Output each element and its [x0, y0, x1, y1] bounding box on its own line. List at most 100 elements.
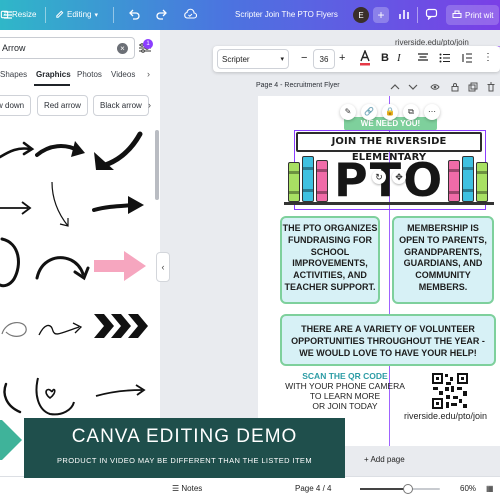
grid-view-icon[interactable]: ▦	[486, 484, 494, 493]
arrow-graphic[interactable]	[92, 130, 147, 175]
content-tabs: Shapes Graphics Photos Videos ›	[0, 68, 160, 86]
tab-shapes[interactable]: Shapes	[0, 70, 27, 79]
pto-title[interactable]: PTO	[334, 154, 444, 206]
text-toolbar: Scripter ▾ − 36 + B I ⋮	[213, 46, 500, 72]
filter-count-badge: 1	[143, 39, 153, 49]
arrow-graphic[interactable]	[46, 180, 76, 232]
arrow-graphic[interactable]	[92, 190, 147, 225]
italic-button[interactable]: I	[397, 52, 401, 64]
tab-videos[interactable]: Videos	[111, 70, 135, 79]
undo-icon[interactable]	[128, 8, 140, 20]
decrease-font-button[interactable]: −	[301, 52, 307, 64]
copy-icon[interactable]	[468, 82, 478, 92]
arrow-graphic[interactable]	[0, 378, 28, 418]
chevron-right-icon[interactable]: ›	[148, 100, 151, 110]
book-illustration	[316, 160, 328, 202]
move-handle-icon[interactable]: ✥	[392, 170, 406, 184]
lock-icon[interactable]	[450, 82, 460, 92]
notes-icon: ☰	[172, 484, 180, 493]
info-box-fundraising[interactable]: THE PTO ORGANIZES FUNDRAISING FOR SCHOOL…	[280, 216, 380, 304]
arrow-graphic[interactable]	[0, 135, 40, 170]
spacing-icon[interactable]	[461, 53, 473, 63]
document-title[interactable]: Scripter Join The PTO Flyers	[235, 10, 338, 19]
add-collaborator-button[interactable]: +	[373, 7, 389, 23]
book-illustration	[476, 162, 488, 202]
font-size-input[interactable]: 36	[313, 49, 335, 69]
zoom-slider-handle[interactable]	[403, 484, 413, 494]
avatar[interactable]: E	[353, 7, 369, 23]
top-toolbar: Resize Editing ▾ Scripter Join The PTO F…	[0, 0, 500, 30]
arrow-graphic[interactable]	[92, 380, 150, 406]
active-tab-indicator	[34, 84, 70, 86]
arrow-graphic[interactable]	[32, 370, 77, 420]
redo-icon[interactable]	[156, 8, 168, 20]
copy-icon[interactable]: ⧉	[403, 104, 419, 120]
arrow-graphic[interactable]	[33, 248, 93, 284]
more-options-icon[interactable]: ⋮	[483, 52, 493, 63]
arrow-graphic[interactable]	[0, 192, 36, 222]
book-illustration	[462, 156, 474, 202]
add-page-button[interactable]: + Add page	[364, 455, 405, 464]
font-select[interactable]: Scripter ▾	[217, 49, 289, 69]
collapse-panel-button[interactable]: ‹	[156, 252, 170, 282]
bar-chart-icon[interactable]	[398, 8, 410, 20]
book-illustration	[302, 156, 314, 202]
suggestion-pill[interactable]: Red arrow	[37, 95, 88, 116]
notes-button[interactable]: ☰ Notes	[172, 484, 202, 493]
trash-icon[interactable]	[486, 82, 496, 92]
rotate-handle-icon[interactable]: ↻	[372, 170, 386, 184]
scrollbar[interactable]	[155, 130, 159, 200]
chevron-right-icon[interactable]: ›	[147, 69, 150, 79]
suggestion-pill[interactable]: Black arrow	[93, 95, 149, 116]
scan-title: SCAN THE QR CODE	[302, 371, 388, 381]
chevron-down-icon: ▾	[94, 11, 98, 19]
clear-search-icon[interactable]: ×	[117, 43, 128, 54]
join-url: riverside.edu/pto/join	[404, 411, 488, 421]
text-color-icon[interactable]	[359, 50, 371, 66]
book-illustration	[288, 162, 300, 202]
list-icon[interactable]	[439, 53, 451, 63]
increase-font-button[interactable]: +	[339, 52, 345, 64]
resize-icon	[0, 10, 9, 19]
search-input[interactable]: Arrow ×	[0, 37, 135, 59]
arrow-graphic[interactable]	[35, 135, 90, 170]
book-illustration	[448, 160, 460, 202]
align-icon[interactable]	[417, 53, 429, 63]
print-button[interactable]: Print wit	[446, 5, 500, 25]
comment-icon[interactable]	[425, 8, 438, 20]
edit-icon[interactable]: ✎	[340, 104, 356, 120]
zoom-level[interactable]: 60%	[460, 484, 476, 493]
arrow-graphic[interactable]	[0, 235, 26, 290]
arrow-graphic[interactable]	[0, 314, 30, 344]
arrow-graphic-chevrons[interactable]	[92, 310, 150, 342]
join-banner[interactable]: JOIN THE RIVERSIDE ELEMENTARY	[296, 132, 482, 163]
pencil-icon	[56, 10, 64, 18]
info-box-volunteer[interactable]: THERE ARE A VARIETY OF VOLUNTEER OPPORTU…	[280, 314, 496, 366]
arrow-graphic-pink[interactable]	[92, 248, 150, 284]
arrow-graphic[interactable]	[35, 315, 90, 345]
notes-label: Notes	[181, 484, 203, 493]
arrow-graphic-teal[interactable]	[0, 420, 24, 460]
page-indicator[interactable]: Page 4 / 4	[295, 484, 331, 493]
cloud-check-icon[interactable]	[183, 8, 197, 20]
page-title[interactable]: Page 4 - Recruitment Flyer	[256, 82, 340, 89]
tab-photos[interactable]: Photos	[77, 70, 102, 79]
scan-line: TO LEARN MORE	[309, 391, 381, 401]
divider	[45, 7, 46, 23]
lock-icon[interactable]: 🔒	[382, 104, 398, 120]
chevron-up-icon[interactable]	[390, 83, 400, 91]
eye-icon[interactable]	[430, 82, 440, 92]
zoom-slider[interactable]	[360, 484, 440, 494]
more-icon[interactable]: ⋯	[424, 104, 440, 120]
editing-mode-button[interactable]: Editing ▾	[55, 10, 98, 19]
flyer-page[interactable]: WE NEED YOU! JOIN THE RIVERSIDE ELEMENTA…	[258, 96, 500, 446]
link-icon[interactable]: 🔗	[361, 104, 377, 120]
chevron-down-icon[interactable]	[408, 83, 418, 91]
info-box-membership[interactable]: MEMBERSHIP IS OPEN TO PARENTS, GRANDPARE…	[392, 216, 494, 304]
tab-graphics[interactable]: Graphics	[36, 70, 71, 79]
bold-button[interactable]: B	[381, 52, 389, 64]
plus-icon: +	[373, 7, 389, 23]
page-header: Page 4 - Recruitment Flyer	[256, 82, 500, 94]
resize-button[interactable]: Resize	[0, 10, 36, 19]
suggestion-pill[interactable]: w down	[0, 95, 32, 116]
